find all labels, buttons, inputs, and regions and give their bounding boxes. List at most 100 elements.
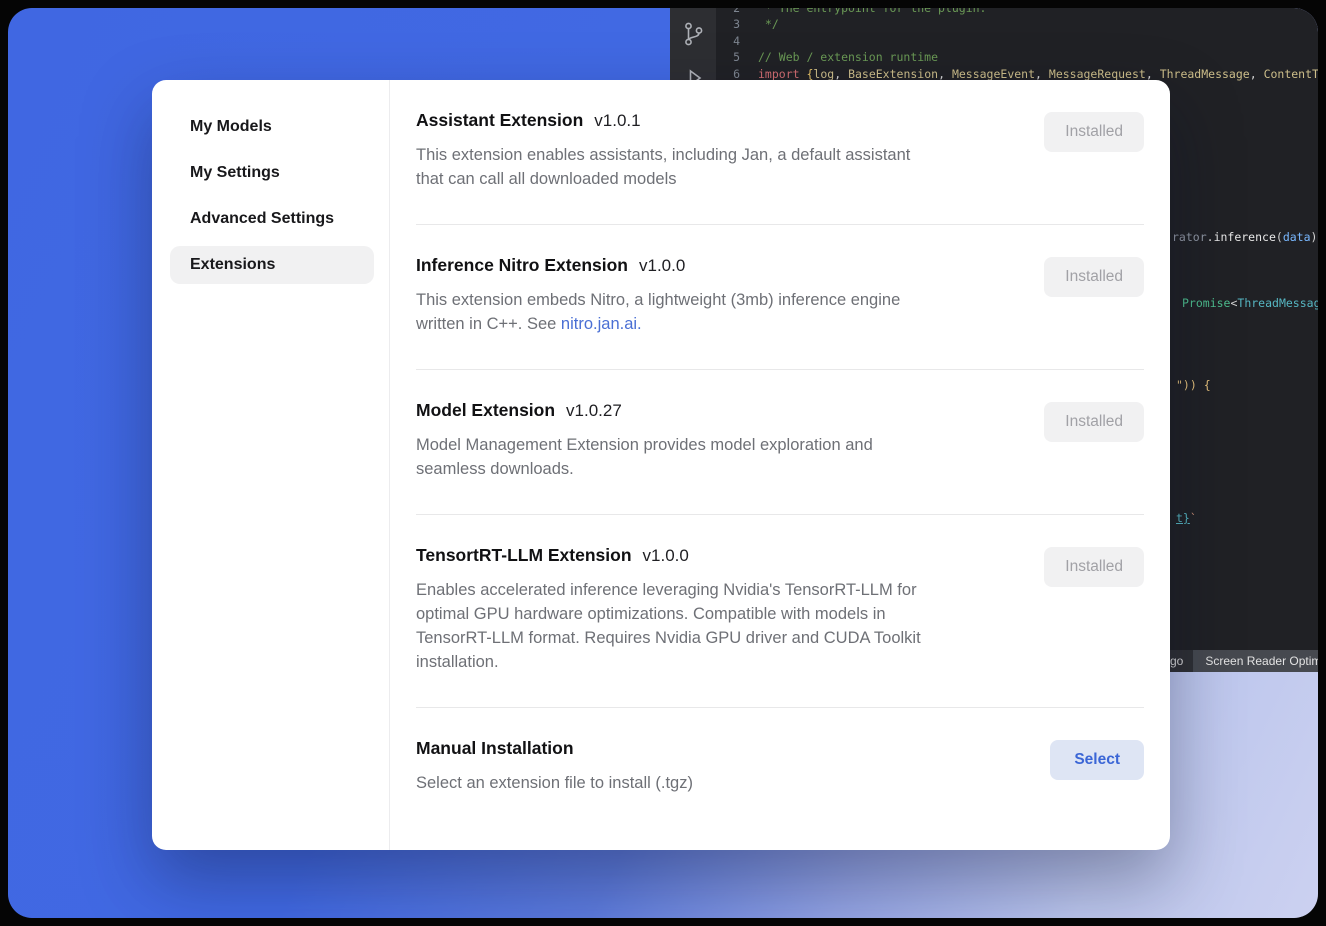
description-text: optimal GPU hardware optimizations. Comp… — [416, 605, 886, 623]
extension-row: Assistant Extension v1.0.1 This extension … — [416, 80, 1144, 225]
code-token: ")) { — [1176, 378, 1211, 392]
code-token: ( — [1276, 230, 1283, 244]
code-token: Promise — [1182, 296, 1230, 310]
code-token: ContentType — [1264, 67, 1318, 81]
extension-name: Assistant Extension — [416, 110, 583, 130]
sidebar-item-extensions[interactable]: Extensions — [170, 246, 374, 284]
extension-info: Assistant Extension v1.0.1 This extension … — [416, 110, 910, 191]
line-number: 3 — [716, 16, 750, 32]
nitro-jan-ai-link[interactable]: nitro.jan.ai. — [561, 315, 642, 333]
extension-description: Enables accelerated inference leveraging… — [416, 578, 921, 674]
code-token: rator — [1172, 230, 1207, 244]
sidebar-item-my-settings[interactable]: My Settings — [170, 154, 374, 192]
description-line: Enables accelerated inference leveraging… — [416, 578, 921, 602]
gradient-background: 2 * The entrypoint for the plugin.3 */45… — [8, 8, 1318, 918]
code-token: , — [834, 67, 848, 81]
extension-name: TensortRT-LLM Extension — [416, 545, 632, 565]
code-token: BaseExtension — [848, 67, 938, 81]
description-line: This extension embeds Nitro, a lightweig… — [416, 288, 900, 312]
extension-info: Manual Installation Select an extension f… — [416, 738, 693, 795]
extension-description: This extension embeds Nitro, a lightweig… — [416, 288, 900, 336]
extension-title: Inference Nitro Extension v1.0.0 — [416, 255, 900, 276]
installed-button[interactable]: Installed — [1044, 257, 1144, 297]
extension-list: Assistant Extension v1.0.1 This extension … — [390, 80, 1170, 850]
description-text: that can call all downloaded models — [416, 170, 677, 188]
installed-button[interactable]: Installed — [1044, 547, 1144, 587]
code-token: * The entrypoint for the plugin. — [758, 8, 986, 15]
code-token: ThreadMessage — [1160, 67, 1250, 81]
description-text: TensorRT-LLM format. Requires Nvidia GPU… — [416, 629, 921, 647]
extension-version: v1.0.27 — [566, 401, 622, 420]
code-token: . — [1207, 230, 1214, 244]
description-line: seamless downloads. — [416, 457, 873, 481]
code-token: // Web / extension runtime — [758, 50, 938, 64]
code-text: */ — [750, 16, 779, 32]
extension-name: Inference Nitro Extension — [416, 255, 628, 275]
extension-description: Select an extension file to install (.tg… — [416, 771, 693, 795]
extension-description: Model Management Extension provides mode… — [416, 433, 873, 481]
extension-info: TensortRT-LLM Extensionv1.0.0 Enables acc… — [416, 545, 921, 674]
code-fragment: t}` — [1176, 511, 1197, 525]
code-line: 3 */ — [716, 16, 1318, 32]
code-fragment: ")) { — [1176, 378, 1211, 392]
code-token: inference — [1214, 230, 1276, 244]
extension-row: Model Extension v1.0.27 Model Management E… — [416, 370, 1144, 515]
code-token: , — [1250, 67, 1264, 81]
status-bar-text: go — [1170, 650, 1183, 672]
code-line: 2 * The entrypoint for the plugin. — [716, 8, 1318, 16]
extension-title: Assistant Extension v1.0.1 — [416, 110, 910, 131]
select-button[interactable]: Select — [1050, 740, 1144, 780]
description-text: Select an extension file to install (.tg… — [416, 774, 693, 792]
description-text: seamless downloads. — [416, 460, 574, 478]
extension-name: Manual Installation — [416, 738, 574, 758]
code-token: , — [1035, 67, 1049, 81]
sidebar-item-my-models[interactable]: My Models — [170, 108, 374, 146]
extension-row: TensortRT-LLM Extensionv1.0.0 Enables acc… — [416, 515, 1144, 708]
description-line: This extension enables assistants, inclu… — [416, 143, 910, 167]
code-token: log — [813, 67, 834, 81]
code-token: */ — [758, 17, 779, 31]
extension-row: Manual Installation Select an extension f… — [416, 708, 1144, 828]
description-text: written in C++. See — [416, 315, 561, 333]
code-token: MessageRequest — [1049, 67, 1146, 81]
line-number: 5 — [716, 49, 750, 65]
code-token: import — [758, 67, 800, 81]
settings-sidebar: My Models My Settings Advanced Settings Ext… — [152, 80, 390, 850]
code-text: * The entrypoint for the plugin. — [750, 8, 986, 16]
code-token: )); — [1311, 230, 1318, 244]
description-text: This extension embeds Nitro, a lightweig… — [416, 291, 900, 309]
description-line: optimal GPU hardware optimizations. Comp… — [416, 602, 921, 626]
installed-button[interactable]: Installed — [1044, 112, 1144, 152]
source-control-icon[interactable] — [679, 20, 707, 48]
code-token: MessageEvent — [952, 67, 1035, 81]
screen-reader-optimize-status[interactable]: Screen Reader Optimize — [1193, 650, 1318, 672]
description-line: TensorRT-LLM format. Requires Nvidia GPU… — [416, 626, 921, 650]
code-token: t} — [1176, 511, 1190, 525]
extension-info: Model Extension v1.0.27 Model Management E… — [416, 400, 873, 481]
extension-version: v1.0.0 — [639, 256, 685, 275]
settings-modal: My Models My Settings Advanced Settings Ext… — [152, 80, 1170, 850]
extension-description: This extension enables assistants, inclu… — [416, 143, 910, 191]
line-number: 4 — [716, 33, 750, 49]
description-line: Model Management Extension provides mode… — [416, 433, 873, 457]
extension-title: Model Extension v1.0.27 — [416, 400, 873, 421]
description-text: This extension enables assistants, inclu… — [416, 146, 910, 164]
description-line: that can call all downloaded models — [416, 167, 910, 191]
extension-name: Model Extension — [416, 400, 555, 420]
code-token: data — [1283, 230, 1311, 244]
code-line: 5 // Web / extension runtime — [716, 49, 1318, 65]
code-token: , — [938, 67, 952, 81]
sidebar-item-advanced-settings[interactable]: Advanced Settings — [170, 200, 374, 238]
description-line: Select an extension file to install (.tg… — [416, 771, 693, 795]
code-token: ` — [1190, 511, 1197, 525]
extension-title: TensortRT-LLM Extensionv1.0.0 — [416, 545, 921, 566]
installed-button[interactable]: Installed — [1044, 402, 1144, 442]
code-fragment: Promise<ThreadMessage> — [1182, 296, 1318, 310]
description-text: Model Management Extension provides mode… — [416, 436, 873, 454]
description-text: installation. — [416, 653, 499, 671]
extension-info: Inference Nitro Extension v1.0.0 This exte… — [416, 255, 900, 336]
code-lines[interactable]: 2 * The entrypoint for the plugin.3 */45… — [716, 8, 1318, 82]
extension-version: v1.0.1 — [594, 111, 640, 130]
code-text — [750, 33, 758, 49]
line-number: 2 — [716, 8, 750, 16]
